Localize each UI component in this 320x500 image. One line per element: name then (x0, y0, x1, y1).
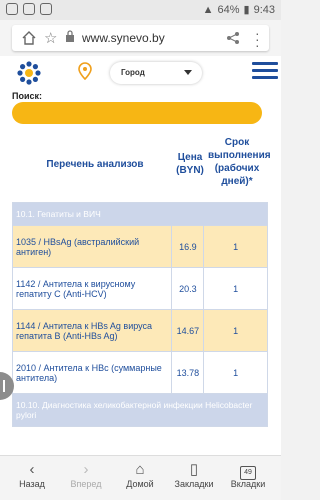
main-content: Поиск: Перечень анализов Цена (BYN) Срок… (0, 90, 281, 455)
search-input[interactable] (12, 102, 262, 124)
group-title: 10.1. Гепатиты и ВИЧ (12, 202, 268, 226)
analysis-table: 10.1. Гепатиты и ВИЧ 1035 / HBsAg (австр… (11, 202, 268, 427)
bookmarks-label: Закладки (174, 479, 214, 489)
analysis-term: 1 (203, 225, 268, 268)
home-label: Домой (126, 479, 154, 489)
table-header: Перечень анализов Цена (BYN) Срок выполн… (12, 136, 271, 191)
site-header: Город (0, 56, 281, 90)
more-menu-icon[interactable]: · · · (255, 26, 260, 52)
notification-icon (23, 3, 35, 15)
tabs-icon: 49 (220, 461, 276, 480)
analysis-name[interactable]: 1142 / Антитела к вирусному гепатиту С (… (11, 267, 173, 310)
analysis-price: 20.3 (171, 267, 205, 310)
tab-count: 49 (240, 466, 256, 480)
bookmark-star-icon[interactable]: ☆ (44, 29, 57, 47)
chevron-left-icon: ‹ (29, 461, 35, 478)
group-title: 10.10. Диагностика хеликобактерной инфек… (12, 393, 268, 427)
home-icon: ⌂ (135, 461, 145, 478)
location-pin-icon (78, 62, 92, 80)
table-row[interactable]: 1035 / HBsAg (австралийский антиген) 16.… (11, 225, 268, 268)
analysis-term: 1 (203, 351, 268, 394)
bookmarks-icon: ▯ (189, 461, 199, 478)
analysis-name[interactable]: 1035 / HBsAg (австралийский антиген) (11, 225, 173, 268)
phone-icon (6, 3, 18, 15)
home-button[interactable]: ⌂ Домой (112, 461, 168, 489)
analysis-term: 1 (203, 309, 268, 352)
bookmarks-button[interactable]: ▯ Закладки (166, 461, 222, 489)
tabs-button[interactable]: 49 Вкладки (220, 461, 276, 489)
table-group-row: 10.10. Диагностика хеликобактерной инфек… (12, 393, 268, 427)
synevo-logo[interactable] (16, 60, 42, 86)
chevron-down-icon (184, 70, 192, 75)
tabs-label: Вкладки (230, 479, 266, 489)
lock-icon (66, 30, 74, 42)
home-icon[interactable] (22, 31, 36, 45)
forward-label: Вперед (70, 479, 102, 489)
url-text: www.synevo.by (82, 31, 165, 45)
analysis-price: 13.78 (171, 351, 205, 394)
forward-button[interactable]: › Вперед (58, 461, 114, 489)
address-bar[interactable]: ☆ www.synevo.by · · · (12, 25, 269, 52)
hamburger-menu-icon[interactable] (252, 62, 278, 82)
bottom-nav: ‹ Назад › Вперед ⌂ Домой ▯ Закладки 49 В… (0, 455, 281, 500)
chevron-right-icon: › (83, 461, 89, 478)
city-select[interactable]: Город (110, 62, 202, 84)
clock: 9:43 (253, 3, 275, 16)
battery-icon: ▮ (243, 4, 250, 16)
status-bar: ▲ 64% ▮ 9:43 (0, 0, 281, 20)
analysis-price: 16.9 (171, 225, 205, 268)
analysis-term: 1 (203, 267, 268, 310)
column-header-name: Перечень анализов (46, 159, 144, 170)
table-row[interactable]: 1144 / Антитела к HBs Ag вируса гепатита… (11, 309, 268, 352)
column-header-price: Цена (BYN) (176, 152, 204, 176)
analysis-name[interactable]: 1144 / Антитела к HBs Ag вируса гепатита… (11, 309, 173, 352)
browser-toolbar: ☆ www.synevo.by · · · (0, 20, 281, 56)
table-row[interactable]: 1142 / Антитела к вирусному гепатиту С (… (11, 267, 268, 310)
table-row[interactable]: 2010 / Антитела к HBc (суммарные антител… (11, 351, 268, 394)
city-select-label: Город (121, 68, 145, 77)
screenshot-icon (40, 3, 52, 15)
table-group-row: 10.1. Гепатиты и ВИЧ (12, 202, 268, 226)
search-label: Поиск: (12, 91, 43, 101)
analysis-price: 14.67 (171, 309, 205, 352)
column-header-term: Срок выполнения (рабочих дней)* (208, 137, 271, 187)
battery-text: 64% (217, 3, 240, 16)
back-button[interactable]: ‹ Назад (4, 461, 60, 489)
analysis-name[interactable]: 2010 / Антитела к HBc (суммарные антител… (11, 351, 173, 394)
signal-icon: ▲ (202, 3, 214, 16)
share-icon[interactable] (226, 31, 240, 45)
back-label: Назад (19, 479, 45, 489)
